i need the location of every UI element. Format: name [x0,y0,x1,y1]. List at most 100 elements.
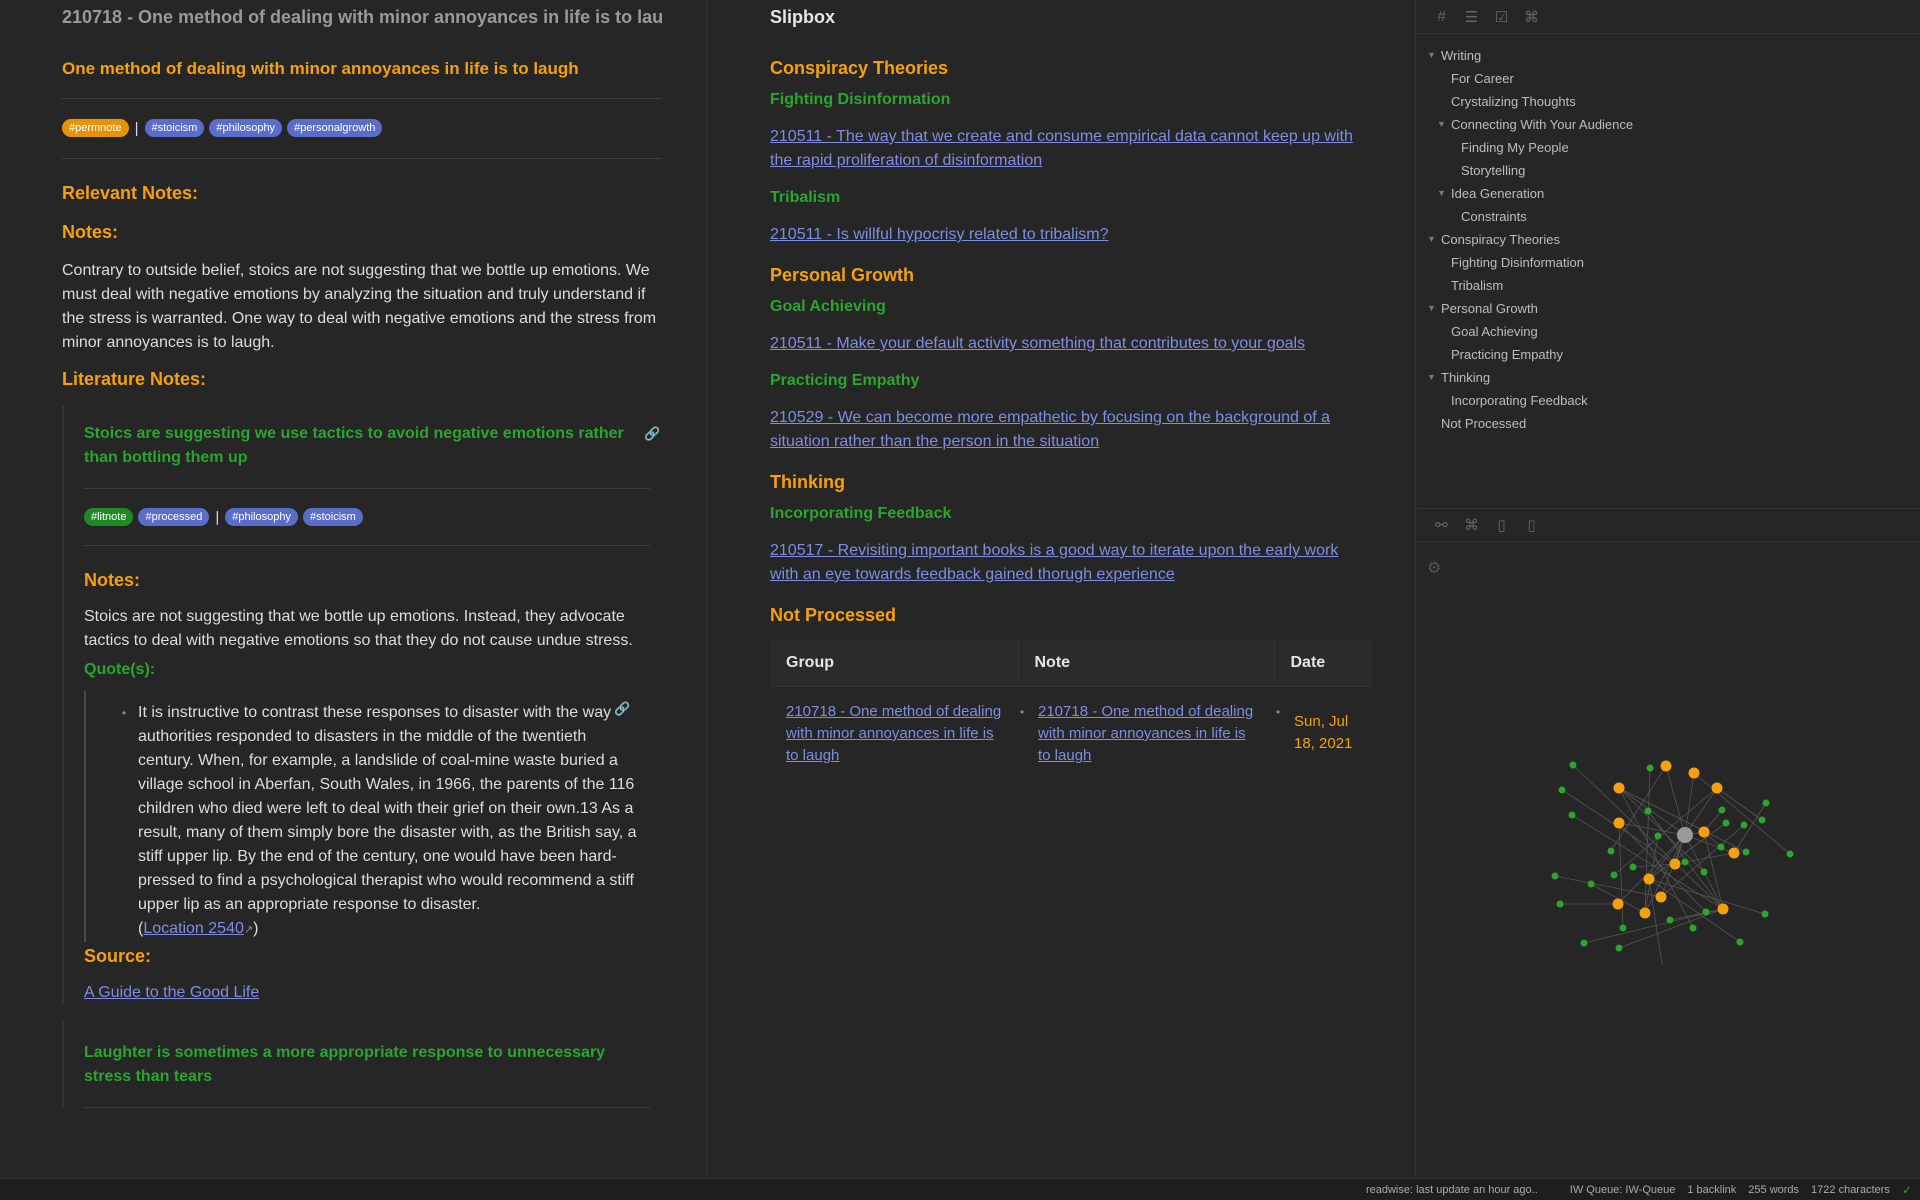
callout-title: Stoics are suggesting we use tactics to … [84,425,624,466]
outline-item-label: Goal Achieving [1451,324,1538,339]
tag-litnote[interactable]: #litnote [84,508,134,526]
collapse-arrow-icon[interactable]: ▼ [1427,297,1436,320]
collapse-arrow-icon[interactable]: ▼ [1437,113,1446,136]
tag-permnote[interactable]: #permnote [62,119,129,137]
graph-edge [1583,908,1724,944]
note-link[interactable]: 210511 - The way that we create and cons… [770,125,1368,173]
sidebar-pane: # ☰ ☑ ⌘ ▼ Writing For Career Crystalizing T… [1417,0,1920,1178]
graph-current-node [1677,827,1693,843]
outline-item-label: Tribalism [1451,278,1504,293]
note-link[interactable]: 210529 - We can become more empathetic b… [770,406,1368,454]
outline-item[interactable]: ▼ Idea Generation [1417,182,1920,205]
outline-item[interactable]: ▼ Writing [1417,44,1920,67]
queue-status[interactable]: IW Queue: IW-Queue [1570,1184,1676,1196]
collapse-arrow-icon[interactable]: ▼ [1437,182,1446,205]
outline-item-label: Fighting Disinformation [1451,255,1584,270]
source-heading: Source: [84,946,152,966]
graph-node [1722,819,1730,827]
tag-separator: | [215,508,220,526]
outline-item-label: Not Processed [1441,416,1527,431]
section-heading: Personal Growth [770,265,915,285]
graph-node [1718,806,1726,814]
callout-notes-heading: Notes: [84,570,141,590]
outline-icon[interactable]: ☰ [1463,8,1480,26]
column-header[interactable]: Date [1273,640,1372,687]
tag-processed[interactable]: #processed [138,508,210,526]
note-link[interactable]: 210511 - Make your default activity some… [770,332,1368,356]
backlink-count[interactable]: 1 backlink [1687,1184,1736,1196]
collapse-arrow-icon[interactable]: ▼ [1427,44,1436,67]
outline-item-label: Incorporating Feedback [1451,393,1588,408]
file-icon[interactable]: ▯ [1493,516,1510,534]
outline-item[interactable]: Tribalism [1417,274,1920,297]
outline-item[interactable]: Storytelling [1417,159,1920,182]
divider [62,98,662,99]
outline-item[interactable]: Constraints [1417,205,1920,228]
outline-item[interactable]: For Career [1417,67,1920,90]
file-icon[interactable]: ▯ [1523,516,1540,534]
tags-icon[interactable]: # [1433,8,1450,25]
outline-item[interactable]: Fighting Disinformation [1417,251,1920,274]
column-header[interactable]: Note [1017,640,1274,687]
callout-notes-text: Stoics are not suggesting that we bottle… [84,608,633,649]
group-link[interactable]: 210718 - One method of dealing with mino… [786,703,1001,764]
link-icon[interactable]: 🔗 [644,426,662,444]
outline-item[interactable]: Practicing Empathy [1417,343,1920,366]
graph-node [1607,847,1615,855]
graph-node [1717,843,1725,851]
outline-item[interactable]: Crystalizing Thoughts [1417,90,1920,113]
outline-tree: ▼ Writing For Career Crystalizing Thoughts ▼… [1417,34,1920,435]
tag-philosophy[interactable]: #philosophy [225,508,298,526]
graph-node [1711,782,1723,794]
external-link-icon: ↗ [243,924,254,936]
graph-node [1587,880,1595,888]
outline-item[interactable]: Not Processed [1417,412,1920,435]
note-link[interactable]: 210511 - Is willful hypocrisy related to… [770,223,1368,247]
collapse-arrow-icon[interactable]: ▼ [1427,366,1436,389]
graph-node [1643,873,1655,885]
graph-edge [1684,772,1695,836]
graph-node [1615,944,1623,952]
outline-item[interactable]: Goal Achieving [1417,320,1920,343]
calendar-icon[interactable]: ☑ [1493,8,1510,26]
tag-stoicism[interactable]: #stoicism [302,508,363,526]
slipbox-title[interactable]: Slipbox [770,0,1368,34]
graph-node [1761,910,1769,918]
outline-item-label: Personal Growth [1441,301,1538,316]
outline-item[interactable]: Finding My People [1417,136,1920,159]
outline-item[interactable]: ▼ Conspiracy Theories [1417,228,1920,251]
outline-item[interactable]: ▼ Thinking [1417,366,1920,389]
graph-node [1786,850,1794,858]
graph-node [1613,782,1625,794]
local-graph[interactable] [1417,545,1920,965]
outline-item[interactable]: ▼ Personal Growth [1417,297,1920,320]
note-tab-title[interactable]: 210718 - One method of dealing with mino… [62,0,662,34]
tag-personalgrowth[interactable]: #personalgrowth [287,119,383,137]
source-link[interactable]: A Guide to the Good Life [84,984,259,1001]
tag-stoicism[interactable]: #stoicism [144,119,205,137]
collapse-arrow-icon[interactable]: ▼ [1427,228,1436,251]
readwise-status[interactable]: readwise: last update an hour ago.. [1366,1184,1538,1196]
backlinks-icon[interactable]: ⚯ [1433,516,1450,534]
graph-edge [1618,787,1686,836]
date-value: Sun, Jul 18, 2021 [1294,713,1353,752]
local-graph-icon[interactable]: ⌘ [1463,516,1480,534]
note-link[interactable]: 210517 - Revisiting important books is a… [770,539,1368,587]
graph-icon[interactable]: ⌘ [1523,8,1540,26]
table-row: 210718 - One method of dealing with mino… [770,687,1372,782]
subsection-heading: Goal Achieving [770,298,886,315]
graph-node [1702,908,1710,916]
location-link[interactable]: Location 2540 [143,920,244,937]
graph-node [1610,871,1618,879]
outline-item-label: Connecting With Your Audience [1451,117,1634,132]
sync-check-icon[interactable]: ✓ [1902,1183,1912,1197]
outline-item[interactable]: Incorporating Feedback [1417,389,1920,412]
outline-item[interactable]: ▼ Connecting With Your Audience [1417,113,1920,136]
status-bar: readwise: last update an hour ago.. IW Q… [0,1178,1920,1200]
note-link[interactable]: 210718 - One method of dealing with mino… [1038,703,1253,764]
column-header[interactable]: Group [770,640,1018,687]
tag-philosophy[interactable]: #philosophy [209,119,283,137]
sidebar-toolbar-2: ⚯ ⌘ ▯ ▯ [1417,508,1920,542]
graph-node [1689,924,1697,932]
graph-node [1666,916,1674,924]
